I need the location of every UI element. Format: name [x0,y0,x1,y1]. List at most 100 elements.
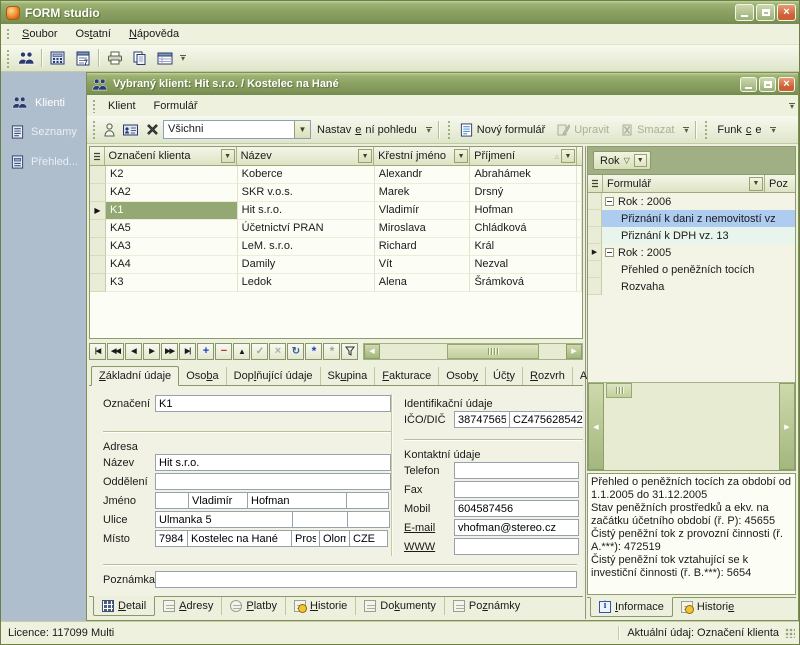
cell[interactable]: KA3 [106,238,238,256]
scroll-left-icon[interactable]: ◀ [588,383,604,470]
cell[interactable]: Kost [577,202,582,220]
tab-detail[interactable]: Detail [93,596,155,616]
menu-napoveda[interactable]: Nápověda [120,25,188,43]
nav-prior-page-button[interactable]: ◀◀ [107,343,124,360]
tree-item-row[interactable]: Přiznání k DPH vz. 13 [588,227,795,244]
toolbar-grip[interactable] [703,119,708,140]
tab-skupina[interactable]: Skupina [321,367,376,385]
cell[interactable]: Vyšk [577,274,582,292]
krestni-jmeno-field[interactable] [188,492,248,509]
menu-formular[interactable]: Formulář [145,97,207,115]
sidebar-item-prehled[interactable]: Přehled... [1,147,86,177]
kraj-field[interactable] [319,530,350,547]
column-header-prijmeni[interactable]: Příjmení▵▼ [470,147,577,165]
tab-dokumenty[interactable]: Dokumenty [356,597,445,615]
email-field[interactable] [454,519,579,536]
client-minimize-button[interactable] [740,77,757,92]
print-button[interactable] [102,47,127,69]
column-header-nazev[interactable]: Název▼ [237,147,374,165]
collapse-icon[interactable] [605,248,614,257]
stat-field[interactable] [349,530,388,547]
view-settings-button[interactable]: Nastavení pohledu [311,121,423,139]
tab-adresy[interactable]: Adresy [155,597,222,615]
dic-field[interactable] [509,411,583,428]
cell[interactable]: Alena [375,274,471,292]
form-item-label[interactable]: Přehled o peněžních tocích [602,261,795,278]
nav-filter-button[interactable] [341,343,358,360]
www-link-label[interactable]: WWW [404,541,454,553]
sidebar-item-klienti[interactable]: Klienti [1,88,86,117]
cell[interactable]: KA5 [106,220,238,238]
cell[interactable]: Marek [375,184,471,202]
fax-field[interactable] [454,481,579,498]
menu-overflow-button[interactable] [786,96,798,116]
tree-group-row[interactable]: Rok : 2006 [588,193,795,210]
grid-horizontal-scrollbar[interactable]: ◀ ▶ [363,343,583,360]
scrollbar-track[interactable] [380,344,566,359]
cell[interactable]: Král [470,238,577,256]
cell[interactable]: Abrahámek [470,166,577,184]
copy-button[interactable] [127,47,152,69]
cell[interactable]: SKR v.o.s. [238,184,375,202]
tree-item-row[interactable]: Rozvaha [588,278,795,295]
cell[interactable]: Hit s.r.o. [238,202,375,220]
chevron-down-icon[interactable]: ▼ [294,121,310,138]
client-maximize-button[interactable] [759,77,776,92]
cell[interactable]: Nezval [470,256,577,274]
forms-button[interactable]: 7 [70,47,95,69]
cell[interactable]: Karv [577,166,582,184]
cell[interactable]: K2 [106,166,238,184]
client-card-button[interactable] [119,119,141,141]
functions-button[interactable]: Funkce [711,121,767,139]
poznamka-field[interactable] [155,571,577,588]
nav-prior-button[interactable]: ◀ [125,343,142,360]
cell[interactable]: Šrámková [470,274,577,292]
filter-dropdown-icon[interactable]: ▼ [749,177,763,191]
tree-item-row-selected[interactable]: Přiznání k dani z nemovitostí vz [588,210,795,227]
form-item-label[interactable]: Rozvaha [602,278,795,295]
tab-osoba[interactable]: Osoba [179,367,226,385]
cell[interactable]: Vít [375,256,471,274]
toolbar-grip[interactable] [91,119,96,140]
cell[interactable]: Miroslava [375,220,471,238]
filter-dropdown-icon[interactable]: ▼ [634,154,647,167]
tab-osoby[interactable]: Osoby [439,367,486,385]
column-header-poznamka[interactable]: Poz [765,175,795,192]
cislo-orientacni-field[interactable] [347,511,390,528]
cell[interactable]: Richard [375,238,471,256]
nav-set-bookmark-button[interactable]: * [305,343,322,360]
nav-next-button[interactable]: ▶ [143,343,160,360]
scrollbar-thumb[interactable] [606,383,632,398]
delete-form-button[interactable]: Smazat [615,120,680,139]
filter-dropdown-icon[interactable]: ▼ [454,149,468,163]
menu-klient[interactable]: Klient [99,97,145,115]
cell[interactable]: Vladimír [375,202,471,220]
tab-poznamky[interactable]: Poznámky [445,597,528,615]
tree-item-row[interactable]: Přehled o peněžních tocích [588,261,795,278]
menu-soubor[interactable]: Soubor [13,25,66,43]
scrollbar-thumb[interactable] [447,344,539,359]
misto-field[interactable] [187,530,292,547]
filter-dropdown-icon[interactable]: ▼ [221,149,235,163]
cell[interactable]: K3 [106,274,238,292]
cell[interactable]: Hofman [470,202,577,220]
cell[interactable]: Drsný [470,184,577,202]
maximize-button[interactable] [756,4,775,21]
toolbar-overflow-button[interactable] [423,120,435,140]
tree-group-row-current[interactable]: ▶ Rok : 2005 [588,244,795,261]
nav-insert-button[interactable]: + [197,343,214,360]
ico-field[interactable] [454,411,510,428]
oznaceni-field[interactable] [155,395,391,412]
nav-cancel-button[interactable]: × [269,343,286,360]
new-form-button[interactable]: Nový formulář [454,120,551,140]
column-header-krestni-jmeno[interactable]: Křestní jméno▼ [374,147,470,165]
table-row[interactable]: K2 Koberce Alexandr Abrahámek Karv [90,166,582,184]
client-filter-combo[interactable]: Všichni ▼ [163,120,311,139]
tab-rozvrh[interactable]: Rozvrh [523,367,573,385]
tab-informace[interactable]: Informace [590,597,673,617]
email-link-label[interactable]: E-mail [404,522,454,534]
table-row[interactable]: KA2 SKR v.o.s. Marek Drsný Rudn [90,184,582,202]
clients-button[interactable] [13,47,38,69]
toolbar-overflow-button[interactable] [680,120,692,140]
titul-field[interactable] [155,492,189,509]
